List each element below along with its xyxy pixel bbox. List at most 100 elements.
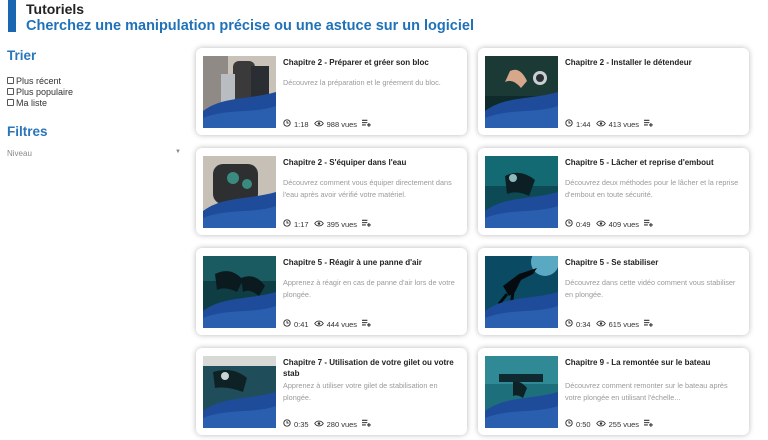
card-views: 280 vues — [326, 419, 358, 429]
sort-title: Trier — [7, 48, 37, 63]
tutorial-card[interactable]: Chapitre 2 - Préparer et gréer son bloc … — [196, 48, 467, 135]
eye-icon — [313, 320, 324, 329]
card-duration: 1:44 — [576, 119, 591, 129]
clock-icon — [283, 119, 291, 129]
clock-icon — [283, 419, 291, 429]
card-description: Découvrez comment remonter sur le bateau… — [565, 381, 728, 402]
video-thumbnail[interactable] — [485, 156, 558, 228]
eye-icon — [595, 420, 606, 429]
header-accent-bar — [8, 0, 16, 32]
card-description: Apprenez à réagir en cas de panne d'air … — [283, 278, 455, 299]
tutorial-card[interactable]: Chapitre 9 - La remontée sur le bateau D… — [478, 348, 749, 435]
tutorial-card[interactable]: Chapitre 2 - Installer le détendeur 1:44… — [478, 48, 749, 135]
tutorial-card[interactable]: Chapitre 2 - S'équiper dans l'eau Découv… — [196, 148, 467, 235]
add-to-playlist-icon[interactable] — [362, 219, 372, 229]
tutorial-card[interactable]: Chapitre 7 - Utilisation de votre gilet … — [196, 348, 467, 435]
clock-icon — [283, 319, 291, 329]
video-thumbnail[interactable] — [203, 56, 276, 128]
card-views: 615 vues — [608, 319, 640, 329]
tutorial-card[interactable]: Chapitre 5 - Se stabiliser Découvrez dan… — [478, 248, 749, 335]
card-meta: 0:34 615 vues — [565, 319, 657, 329]
card-duration: 0:35 — [294, 419, 309, 429]
add-to-playlist-icon[interactable] — [644, 219, 654, 229]
card-title[interactable]: Chapitre 5 - Se stabiliser — [565, 257, 741, 268]
card-views: 413 vues — [608, 119, 640, 129]
card-title[interactable]: Chapitre 2 - S'équiper dans l'eau — [283, 157, 459, 168]
sort-option-my-list[interactable]: Ma liste — [7, 97, 183, 108]
sort-recent-checkbox[interactable] — [7, 77, 14, 84]
thumbnail-image — [485, 56, 558, 128]
card-title[interactable]: Chapitre 5 - Lâcher et reprise d'embout — [565, 157, 741, 168]
eye-icon — [595, 320, 606, 329]
sort-options: Plus récent Plus populaire Ma liste — [7, 75, 183, 108]
video-thumbnail[interactable] — [203, 156, 276, 228]
card-views: 395 vues — [326, 219, 358, 229]
thumbnail-image — [485, 256, 558, 328]
thumbnail-image — [203, 356, 276, 428]
card-duration: 0:41 — [294, 319, 309, 329]
filters-title: Filtres — [7, 124, 48, 139]
page-subtitle: Cherchez une manipulation précise ou une… — [26, 18, 474, 34]
card-title[interactable]: Chapitre 9 - La remontée sur le bateau — [565, 357, 741, 368]
card-meta: 0:50 255 vues — [565, 419, 657, 429]
card-duration: 1:18 — [294, 119, 309, 129]
thumbnail-image — [485, 356, 558, 428]
card-description: Découvrez la préparation et le gréement … — [283, 78, 441, 87]
card-meta: 1:18 988 vues — [283, 119, 375, 129]
sort-popular-label: Plus populaire — [16, 86, 74, 97]
sort-my-list-checkbox[interactable] — [7, 99, 14, 106]
card-meta: 0:41 444 vues — [283, 319, 375, 329]
sort-option-recent[interactable]: Plus récent — [7, 75, 183, 86]
add-to-playlist-icon[interactable] — [644, 319, 654, 329]
add-to-playlist-icon[interactable] — [362, 319, 372, 329]
header-text: Tutoriels Cherchez une manipulation préc… — [26, 0, 474, 34]
add-to-playlist-icon[interactable] — [644, 419, 654, 429]
chevron-down-icon: ▼ — [175, 149, 181, 155]
card-title[interactable]: Chapitre 2 - Préparer et gréer son bloc — [283, 57, 459, 68]
card-description: Découvrez deux méthodes pour le lâcher e… — [565, 178, 739, 199]
card-duration: 0:34 — [576, 319, 591, 329]
sort-recent-label: Plus récent — [16, 75, 62, 86]
card-title[interactable]: Chapitre 5 - Réagir à une panne d'air — [283, 257, 459, 268]
eye-icon — [313, 420, 324, 429]
add-to-playlist-icon[interactable] — [362, 419, 372, 429]
video-thumbnail[interactable] — [485, 56, 558, 128]
eye-icon — [313, 120, 324, 129]
card-description: Découvrez comment vous équiper directeme… — [283, 178, 452, 199]
video-thumbnail[interactable] — [203, 356, 276, 428]
add-to-playlist-icon[interactable] — [644, 119, 654, 129]
clock-icon — [565, 419, 573, 429]
clock-icon — [283, 219, 291, 229]
sort-option-popular[interactable]: Plus populaire — [7, 86, 183, 97]
card-duration: 1:17 — [294, 219, 309, 229]
video-thumbnail[interactable] — [203, 256, 276, 328]
thumbnail-image — [203, 56, 276, 128]
sort-popular-checkbox[interactable] — [7, 88, 14, 95]
thumbnail-image — [485, 156, 558, 228]
add-to-playlist-icon[interactable] — [362, 119, 372, 129]
level-select[interactable]: Niveau ▼ — [7, 149, 183, 158]
sidebar: Trier Plus récent Plus populaire Ma list… — [7, 48, 183, 158]
card-meta: 0:49 409 vues — [565, 219, 657, 229]
card-meta: 1:44 413 vues — [565, 119, 657, 129]
page-header: Tutoriels Cherchez une manipulation préc… — [8, 0, 474, 34]
clock-icon — [565, 319, 573, 329]
clock-icon — [565, 119, 573, 129]
thumbnail-image — [203, 156, 276, 228]
card-description: Apprenez à utiliser votre gilet de stabi… — [283, 381, 438, 402]
card-title[interactable]: Chapitre 7 - Utilisation de votre gilet … — [283, 357, 459, 379]
video-thumbnail[interactable] — [485, 356, 558, 428]
tutorial-card[interactable]: Chapitre 5 - Réagir à une panne d'air Ap… — [196, 248, 467, 335]
eye-icon — [595, 220, 606, 229]
sort-my-list-label: Ma liste — [16, 97, 48, 108]
eye-icon — [595, 120, 606, 129]
card-views: 444 vues — [326, 319, 358, 329]
video-thumbnail[interactable] — [485, 256, 558, 328]
card-duration: 0:50 — [576, 419, 591, 429]
tutorial-card[interactable]: Chapitre 5 - Lâcher et reprise d'embout … — [478, 148, 749, 235]
thumbnail-image — [203, 256, 276, 328]
page-title: Tutoriels — [26, 1, 85, 17]
card-meta: 1:17 395 vues — [283, 219, 375, 229]
card-title[interactable]: Chapitre 2 - Installer le détendeur — [565, 57, 741, 68]
card-views: 988 vues — [326, 119, 358, 129]
